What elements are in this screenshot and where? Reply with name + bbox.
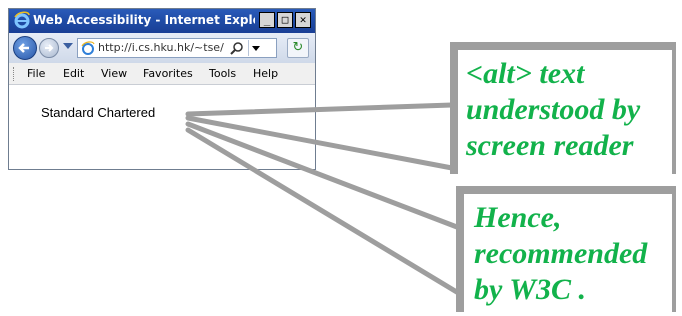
callout-line: understood by — [466, 93, 641, 126]
callout-line: recommended — [474, 237, 648, 270]
callout-alt-text: <alt> text understood by screen reader — [450, 42, 676, 174]
callout-line: screen reader — [466, 129, 634, 162]
pointer-line — [185, 115, 455, 171]
pointer-line — [185, 102, 455, 117]
callout-line: Hence, — [474, 201, 562, 234]
callout-line: by W3C . — [474, 273, 586, 306]
callout-w3c: Hence, recommended by W3C . — [456, 186, 676, 312]
callout-line: <alt> text — [466, 57, 585, 90]
